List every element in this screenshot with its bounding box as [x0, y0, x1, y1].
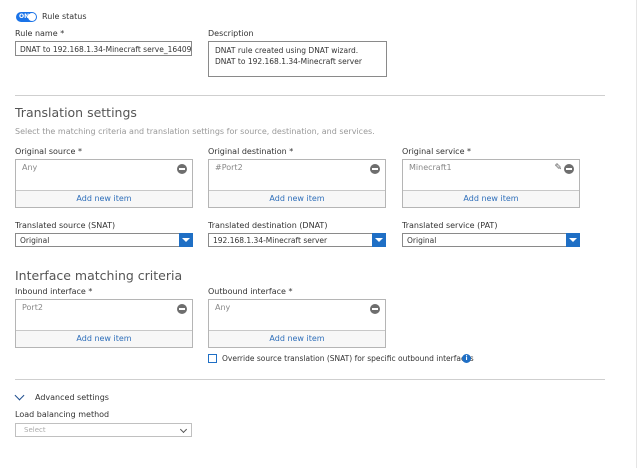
original-destination-label: Original destination * [208, 147, 294, 156]
rule-status-label: Rule status [42, 12, 87, 21]
divider [15, 379, 605, 380]
list-item[interactable]: Any [22, 163, 37, 172]
inbound-interface-list: Port2 Add new item [15, 299, 193, 348]
remove-icon[interactable] [564, 164, 574, 174]
list-item[interactable]: Minecraft1 [409, 163, 452, 172]
rule-name-label: Rule name * [15, 29, 65, 38]
original-service-list: Minecraft1 ✎ Add new item [402, 159, 580, 208]
select-value: 192.168.1.34-Minecraft server [213, 236, 328, 245]
original-destination-list: #Port2 Add new item [208, 159, 386, 208]
window-edge [636, 0, 637, 468]
remove-icon[interactable] [370, 164, 380, 174]
remove-icon[interactable] [177, 164, 187, 174]
description-textarea[interactable]: DNAT rule created using DNAT wizard. DNA… [208, 41, 387, 77]
toggle-knob [28, 13, 36, 21]
select-placeholder: Select [24, 426, 46, 434]
original-service-label: Original service * [402, 147, 472, 156]
add-new-item-button[interactable]: Add new item [209, 190, 385, 207]
inbound-interface-label: Inbound interface * [15, 287, 93, 296]
add-new-item-button[interactable]: Add new item [16, 190, 192, 207]
dropdown-arrow-icon[interactable] [566, 233, 580, 247]
description-label: Description [208, 29, 254, 38]
select-value: Original [20, 236, 50, 245]
translated-service-label: Translated service (PAT) [402, 221, 498, 230]
add-new-item-button[interactable]: Add new item [16, 330, 192, 347]
add-new-item-button[interactable]: Add new item [209, 330, 385, 347]
info-icon[interactable]: i [462, 354, 471, 363]
outbound-interface-list: Any Add new item [208, 299, 386, 348]
chevron-down-icon[interactable] [14, 390, 25, 401]
original-source-list: Any Add new item [15, 159, 193, 208]
divider [15, 95, 605, 96]
translated-destination-select[interactable]: 192.168.1.34-Minecraft server [208, 233, 386, 247]
remove-icon[interactable] [177, 304, 187, 314]
dropdown-arrow-icon[interactable] [372, 233, 386, 247]
translated-source-label: Translated source (SNAT) [15, 221, 116, 230]
rule-status-toggle[interactable]: ON [16, 12, 37, 22]
translation-settings-subtitle: Select the matching criteria and transla… [15, 127, 375, 136]
dropdown-arrow-icon[interactable] [179, 233, 193, 247]
original-source-label: Original source * [15, 147, 82, 156]
translated-service-select[interactable]: Original [402, 233, 580, 247]
pencil-icon[interactable]: ✎ [554, 163, 562, 173]
translation-settings-title: Translation settings [15, 105, 137, 120]
override-snat-checkbox[interactable] [208, 354, 217, 363]
override-snat-label: Override source translation (SNAT) for s… [222, 354, 474, 363]
list-item[interactable]: Port2 [22, 303, 43, 312]
interface-matching-title: Interface matching criteria [15, 268, 183, 283]
remove-icon[interactable] [370, 304, 380, 314]
list-item[interactable]: Any [215, 303, 230, 312]
advanced-settings-toggle[interactable]: Advanced settings [35, 393, 109, 402]
outbound-interface-label: Outbound interface * [208, 287, 293, 296]
translated-destination-label: Translated destination (DNAT) [208, 221, 328, 230]
select-value: Original [407, 236, 437, 245]
translated-source-select[interactable]: Original [15, 233, 193, 247]
load-balancing-select[interactable]: Select [15, 423, 192, 437]
add-new-item-button[interactable]: Add new item [403, 190, 579, 207]
list-item[interactable]: #Port2 [215, 163, 243, 172]
load-balancing-label: Load balancing method [15, 410, 110, 419]
rule-name-input[interactable]: DNAT to 192.168.1.34-Minecraft serve_164… [15, 41, 192, 56]
chevron-down-icon [179, 425, 188, 434]
